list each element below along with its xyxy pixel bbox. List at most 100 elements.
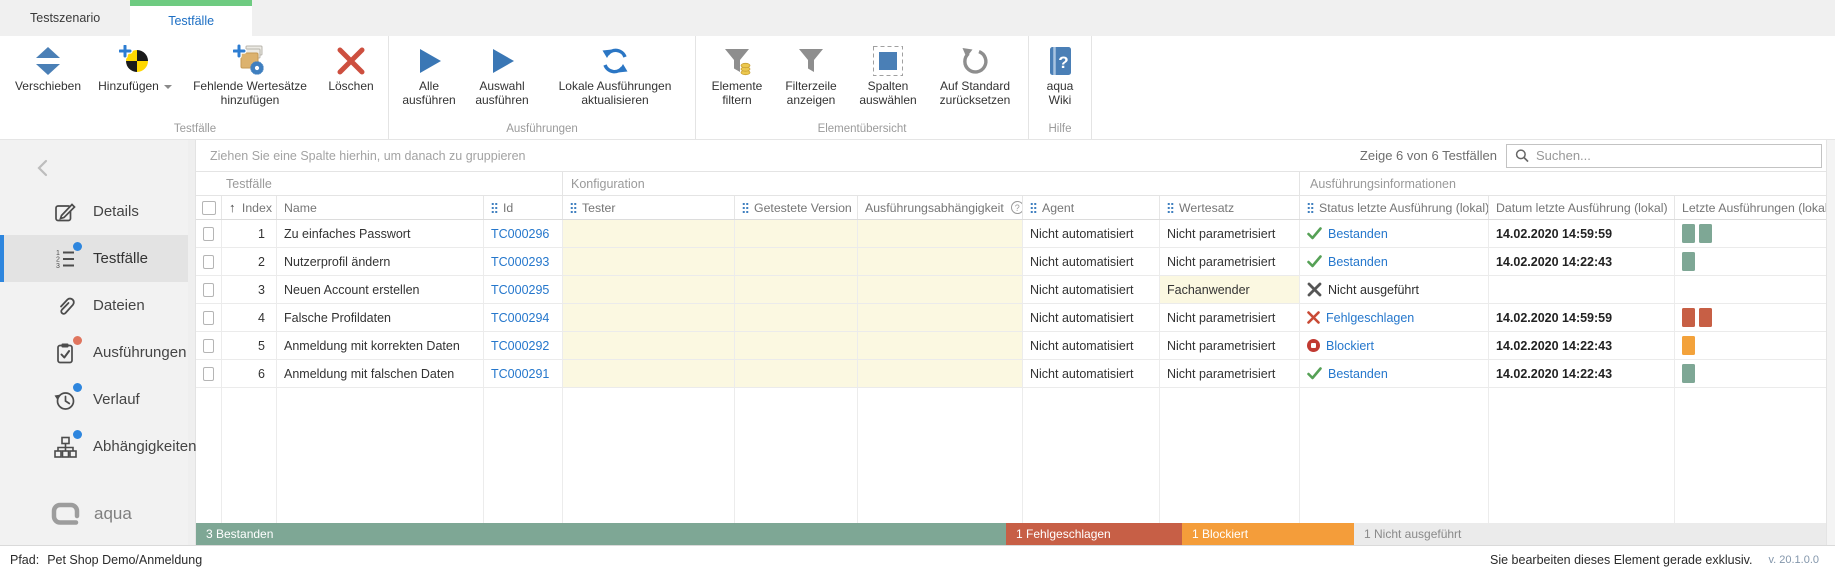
column-group-konfiguration[interactable]: Konfiguration [563,172,1300,195]
row-checkbox[interactable] [203,339,214,353]
tester-cell[interactable] [563,360,735,387]
status-label[interactable]: Fehlgeschlagen [1326,311,1414,325]
status-label[interactable]: Bestanden [1328,367,1388,381]
row-checkbox[interactable] [203,227,214,241]
version-cell[interactable] [735,276,858,303]
refresh-local-executions-button[interactable]: Lokale Ausführungen aktualisieren [540,39,690,107]
tab-bar: Testszenario Testfälle [0,0,1835,36]
column-header-tester[interactable]: Tester [563,196,735,219]
version-cell[interactable] [735,332,858,359]
column-header-datum[interactable]: Datum letzte Ausführung (lokal) [1489,196,1675,219]
id-cell: TC000296 [484,220,563,247]
exclusive-edit-note: Sie bearbeiten dieses Element gerade exk… [1490,553,1752,567]
sidebar-item-details[interactable]: Details [0,188,188,235]
run-all-button[interactable]: Alle ausführen [394,39,464,107]
add-missing-value-sets-button[interactable]: Fehlende Wertesätze hinzufügen [181,39,319,107]
column-header-letzte-ausfuehrungen[interactable]: Letzte Ausführungen (lokal) [1675,196,1826,219]
sidebar-item-ausfuehrungen[interactable]: Ausführungen [0,329,188,376]
status-label[interactable]: Blockiert [1326,339,1374,353]
testcase-row[interactable]: 4Falsche ProfildatenTC000294Nicht automa… [196,304,1826,332]
search-input[interactable] [1536,148,1813,163]
column-header-getestete-version[interactable]: Getestete Version [735,196,858,219]
column-header-index[interactable]: ↑ Index [222,196,277,219]
status-label[interactable]: Bestanden [1328,227,1388,241]
sidebar-item-testfaelle[interactable]: 123 Testfälle [0,235,188,282]
tester-cell[interactable] [563,248,735,275]
tab-testszenario[interactable]: Testszenario [0,0,130,36]
testcase-id-link[interactable]: TC000296 [491,227,549,241]
status-summary-bar: 3 Bestanden 1 Fehlgeschlagen 1 Blockiert… [196,523,1826,545]
ribbon-toolbar: Verschieben Hinzufügen [0,36,1835,140]
column-header-ausfuehrungsabhaengigkeit[interactable]: Ausführungsabhängigkeit? [858,196,1023,219]
tester-cell[interactable] [563,276,735,303]
tester-cell[interactable] [563,220,735,247]
index-cell: 6 [222,360,277,387]
dependency-cell[interactable] [858,248,1023,275]
row-select-cell [196,248,222,275]
status-label[interactable]: Bestanden [1328,255,1388,269]
last-execution-date-cell: 14.02.2020 14:59:59 [1489,304,1675,331]
id-cell: TC000294 [484,304,563,331]
tester-cell[interactable] [563,304,735,331]
column-group-testfaelle[interactable]: Testfälle [196,172,563,195]
sidebar-item-dateien[interactable]: Dateien [0,282,188,329]
testcase-row[interactable]: 1Zu einfaches PasswortTC000296Nicht auto… [196,220,1826,248]
version-cell[interactable] [735,360,858,387]
testcase-id-link[interactable]: TC000295 [491,283,549,297]
sidebar-item-verlauf[interactable]: Verlauf [0,376,188,423]
row-checkbox[interactable] [203,255,214,269]
tester-cell[interactable] [563,332,735,359]
testcase-row[interactable]: 6Anmeldung mit falschen DatenTC000291Nic… [196,360,1826,388]
select-all-checkbox[interactable] [202,201,216,215]
testcase-id-link[interactable]: TC000293 [491,255,549,269]
agent-cell: Nicht automatisiert [1023,248,1160,275]
column-header-name[interactable]: Name [277,196,484,219]
row-select-cell [196,220,222,247]
column-group-ausfuehrungsinformationen[interactable]: Ausführungsinformationen [1300,172,1826,195]
column-header-id[interactable]: Id [484,196,563,219]
id-cell: TC000291 [484,360,563,387]
reset-default-button[interactable]: Auf Standard zurücksetzen [927,39,1023,107]
testcase-id-link[interactable]: TC000294 [491,311,549,325]
row-checkbox[interactable] [203,367,214,381]
sidebar-item-abhaengigkeiten[interactable]: Abhängigkeiten [0,423,188,470]
dependency-cell[interactable] [858,360,1023,387]
row-checkbox[interactable] [203,283,214,297]
search-box[interactable] [1506,144,1822,168]
move-button[interactable]: Verschieben [7,39,89,93]
row-checkbox[interactable] [203,311,214,325]
execution-history-square [1682,252,1695,271]
version-cell[interactable] [735,248,858,275]
testcase-row[interactable]: 3Neuen Account erstellenTC000295Nicht au… [196,276,1826,304]
testcase-id-link[interactable]: TC000291 [491,367,549,381]
version-cell[interactable] [735,304,858,331]
wiki-button[interactable]: ? aqua Wiki [1034,39,1086,107]
testcase-row[interactable]: 5Anmeldung mit korrekten DatenTC000292Ni… [196,332,1826,360]
add-button[interactable]: Hinzufügen [89,39,181,93]
column-header-status[interactable]: Status letzte Ausführung (lokal) [1300,196,1489,219]
help-icon[interactable]: ? [1011,201,1023,214]
reset-default-icon [960,42,990,79]
column-header-agent[interactable]: Agent [1023,196,1160,219]
dependency-cell[interactable] [858,220,1023,247]
group-by-bar[interactable]: Ziehen Sie eine Spalte hierhin, um danac… [196,140,1826,172]
delete-button[interactable]: Löschen [319,39,383,93]
testcase-row[interactable]: 2Nutzerprofil ändernTC000293Nicht automa… [196,248,1826,276]
select-columns-button[interactable]: Spalten auswählen [849,39,927,107]
vertical-scrollbar[interactable] [1826,140,1835,545]
dependency-cell[interactable] [858,276,1023,303]
execution-history-square [1682,336,1695,355]
run-selection-button[interactable]: Auswahl ausführen [464,39,540,107]
wiki-icon: ? [1047,42,1073,79]
execution-history-cell [1675,276,1826,303]
tab-testfaelle[interactable]: Testfälle [130,0,252,36]
testcase-id-link[interactable]: TC000292 [491,339,549,353]
index-cell: 4 [222,304,277,331]
filter-row-button[interactable]: Filterzeile anzeigen [773,39,849,107]
dependency-cell[interactable] [858,332,1023,359]
filter-elements-button[interactable]: Elemente filtern [701,39,773,107]
sidebar-collapse-button[interactable] [0,148,188,188]
dependency-cell[interactable] [858,304,1023,331]
column-header-wertesatz[interactable]: Wertesatz [1160,196,1300,219]
version-cell[interactable] [735,220,858,247]
